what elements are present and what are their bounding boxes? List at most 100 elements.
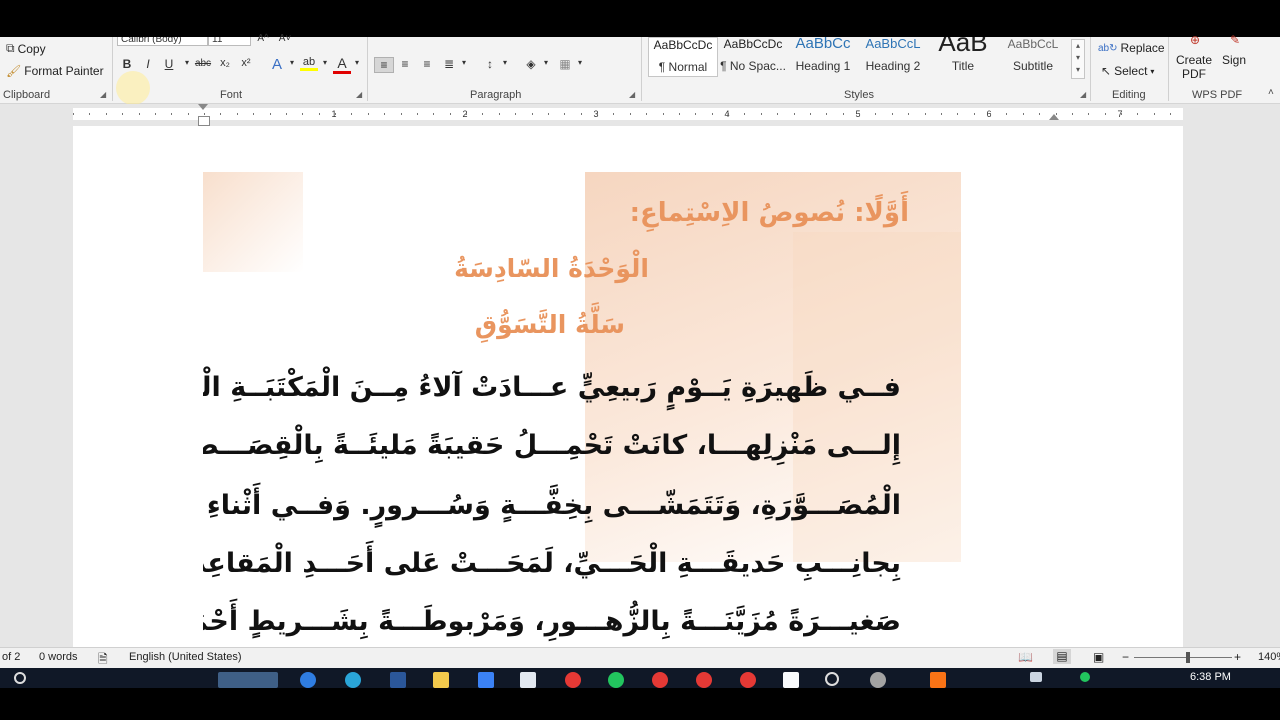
align-left-icon[interactable]: ≡ (374, 57, 394, 73)
shrink-font-icon[interactable]: A˅ (276, 33, 294, 44)
edge-icon[interactable] (300, 672, 316, 688)
font-name-field[interactable]: Calibri (Body) (117, 37, 208, 46)
style-heading-1[interactable]: AaBbCc Heading 1 (789, 37, 857, 75)
horizontal-ruler[interactable]: 1 2 3 4 5 6 7 (73, 108, 1183, 120)
browser-icon[interactable] (345, 672, 361, 688)
right-indent-marker[interactable] (1049, 114, 1059, 120)
styles-scroll[interactable]: ▴ ▾ ▾ (1071, 39, 1085, 79)
app-icon[interactable] (740, 672, 756, 688)
ruler-tick (89, 113, 90, 115)
unit-title: الْوَحْدَةُ السّادِسَةُ (454, 254, 649, 283)
taskbar-search-box[interactable] (218, 672, 278, 688)
replace-button[interactable]: ab↻ Replace (1098, 41, 1165, 55)
ruler-tick (1023, 113, 1024, 115)
style-no-spacing[interactable]: AaBbCcDc ¶ No Spac... (719, 37, 787, 75)
background-wash (203, 172, 303, 272)
notification-badge-icon[interactable] (930, 672, 946, 688)
tray-icon[interactable] (1080, 672, 1090, 682)
style-title[interactable]: AaB Title (929, 37, 997, 75)
align-right-icon[interactable]: ≡ (418, 57, 436, 71)
format-painter-button[interactable]: 🖌 Format Painter (6, 64, 104, 78)
zoom-level[interactable]: 140% (1258, 651, 1280, 663)
paragraph-launcher-icon[interactable]: ◢ (629, 90, 635, 99)
app-icon[interactable] (696, 672, 712, 688)
divider (112, 37, 113, 101)
subscript-button[interactable]: x₂ (216, 57, 234, 69)
ribbon-home: ⧉ Copy 🖌 Format Painter Clipboard ◢ Cali… (0, 33, 1280, 105)
zoom-slider[interactable] (1134, 657, 1232, 658)
collapse-ribbon-icon[interactable]: ˄ (1268, 87, 1274, 98)
shading-dropdown-icon[interactable]: ▾ (537, 58, 555, 67)
superscript-button[interactable]: x² (237, 57, 255, 69)
ruler-tick (777, 113, 778, 115)
ruler-tick (1039, 113, 1040, 115)
web-layout-icon[interactable]: ▣ (1093, 650, 1104, 664)
left-indent-marker[interactable] (198, 116, 210, 126)
page-count[interactable]: of 2 (2, 651, 20, 663)
create-pdf-button[interactable]: Create PDF (1176, 53, 1212, 81)
font-color-dropdown-icon[interactable]: ▾ (348, 58, 366, 67)
underline-button[interactable]: U (160, 57, 178, 71)
app-icon[interactable] (825, 672, 839, 686)
clock[interactable]: 6:38 PM (1190, 671, 1231, 683)
clipboard-launcher-icon[interactable]: ◢ (100, 90, 106, 99)
ruler-tick (1121, 113, 1122, 115)
file-explorer-icon[interactable] (433, 672, 449, 688)
ruler-tick (892, 113, 893, 115)
style-subtitle[interactable]: AaBbCcL Subtitle (999, 37, 1067, 75)
app-icon[interactable] (565, 672, 581, 688)
highlight-dropdown-icon[interactable]: ▾ (316, 58, 334, 67)
divider (367, 37, 368, 101)
styles-launcher-icon[interactable]: ◢ (1080, 90, 1086, 99)
ruler-tick (728, 113, 729, 115)
text-effects-dropdown-icon[interactable]: ▾ (283, 58, 301, 67)
style-heading-2[interactable]: AaBbCcL Heading 2 (859, 37, 927, 75)
app-icon[interactable] (520, 672, 536, 688)
style-normal[interactable]: AaBbCcDc ¶ Normal (648, 37, 718, 77)
align-center-icon[interactable]: ≡ (396, 57, 414, 71)
ruler-tick (188, 113, 189, 115)
text-line: فــي ظَهيرَةِ يَــوْمٍ رَبيعِيٍّ عـــادَ… (203, 372, 901, 403)
select-button[interactable]: ↖ Select ▾ (1101, 64, 1154, 78)
ruler-number: 4 (724, 109, 730, 119)
ruler-tick (974, 113, 975, 115)
app-icon[interactable] (870, 672, 886, 688)
app-icon[interactable] (608, 672, 624, 688)
ruler-tick (941, 113, 942, 115)
ruler-tick (794, 113, 795, 115)
ruler-tick (548, 113, 549, 115)
ruler-tick (499, 113, 500, 115)
select-dropdown-icon: ▾ (1150, 66, 1155, 76)
zoom-out-button[interactable]: − (1122, 650, 1129, 664)
bold-button[interactable]: B (118, 57, 136, 71)
ruler-tick (1137, 113, 1138, 115)
sign-button[interactable]: Sign (1222, 53, 1246, 67)
document-page[interactable]: أَوَّلًا: نُصوصُ الاِسْتِماعِ: الْوَحْدَ… (73, 126, 1183, 647)
word-icon[interactable] (390, 672, 406, 688)
word-count[interactable]: 0 words (39, 651, 78, 663)
zoom-in-button[interactable]: + (1234, 650, 1241, 664)
copy-button[interactable]: ⧉ Copy (6, 41, 46, 56)
italic-button[interactable]: I (139, 57, 157, 71)
search-icon[interactable] (14, 672, 26, 684)
read-mode-icon[interactable]: 📖 (1018, 650, 1033, 664)
ruler-tick (712, 113, 713, 115)
line-spacing-dropdown-icon[interactable]: ▾ (496, 58, 514, 67)
tray-icon[interactable] (1030, 672, 1042, 682)
font-size-field[interactable]: 11 (208, 37, 251, 46)
language-indicator[interactable]: English (United States) (129, 651, 242, 663)
copy-icon: ⧉ (6, 41, 15, 55)
first-line-indent-marker[interactable] (198, 104, 208, 110)
justify-dropdown-icon[interactable]: ▾ (455, 58, 473, 67)
zoom-slider-thumb[interactable] (1186, 652, 1190, 663)
print-layout-icon[interactable]: ▤ (1053, 649, 1071, 664)
borders-dropdown-icon[interactable]: ▾ (571, 58, 589, 67)
ruler-tick (515, 113, 516, 115)
app-icon[interactable] (652, 672, 668, 688)
app-icon[interactable] (783, 672, 799, 688)
ruler-number: 2 (462, 109, 468, 119)
strikethrough-button[interactable]: abc (194, 58, 212, 69)
grow-font-icon[interactable]: A^ (254, 33, 272, 44)
font-launcher-icon[interactable]: ◢ (356, 90, 362, 99)
store-icon[interactable] (478, 672, 494, 688)
